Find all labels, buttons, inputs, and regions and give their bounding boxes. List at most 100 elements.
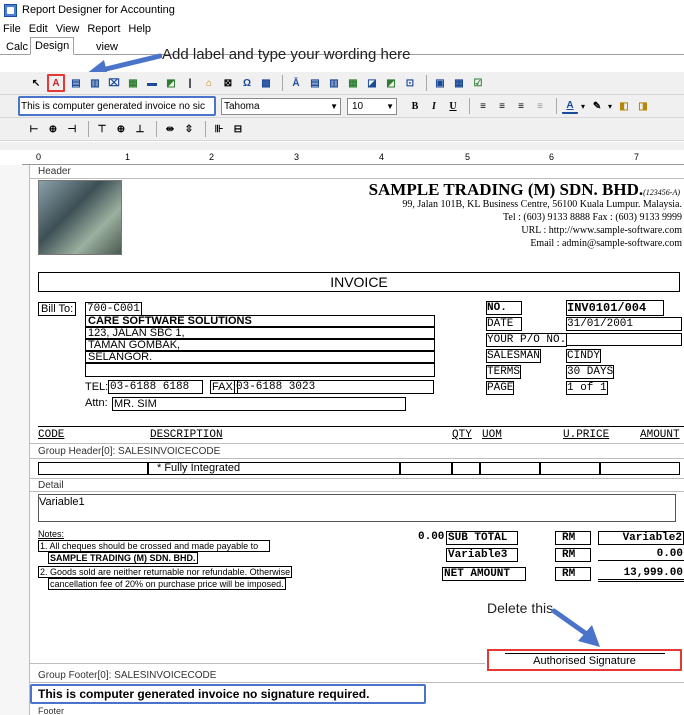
group-desc-field[interactable]: * Fully Integrated [148,462,400,475]
image-icon[interactable]: ▬ [144,75,160,91]
menu-file[interactable]: File [3,23,21,35]
font-color-icon[interactable]: A [562,98,578,114]
same-height-icon[interactable]: ⊟ [230,121,246,137]
align-centers-icon[interactable]: ⊕ [45,121,61,137]
col-uom[interactable]: UOM [482,429,502,441]
dbbarcode-icon[interactable]: ⊡ [402,75,418,91]
highlight-icon[interactable]: ✎ [589,98,605,114]
col-description[interactable]: DESCRIPTION [150,429,223,441]
bold-icon[interactable]: B [407,98,423,114]
group-amount-field[interactable] [600,462,680,475]
chevron-down-icon[interactable]: ▾ [581,102,585,111]
align-rights-icon[interactable]: ⊣ [64,121,80,137]
space-vert-icon[interactable]: ⇳ [181,121,197,137]
align-bottoms-icon[interactable]: ⊥ [132,121,148,137]
notes-title[interactable]: Notes: [38,529,64,539]
dbimage-icon[interactable]: ◪ [364,75,380,91]
rm-1[interactable]: RM [555,531,591,545]
variable3-label[interactable]: Variable3 [446,548,518,562]
no-label[interactable]: NO. [486,301,522,315]
checkbox-icon[interactable]: ☑ [470,75,486,91]
justify-icon[interactable]: ≡ [532,98,548,114]
dbchart-icon[interactable]: ◩ [383,75,399,91]
no-value[interactable]: INV0101/004 [566,300,664,316]
barcode-icon[interactable]: ⊠ [220,75,236,91]
note-2-line-a[interactable]: 2. Goods sold are neither returnable nor… [38,566,293,578]
dbtext-icon[interactable]: ▤ [68,75,84,91]
font-combo[interactable]: Tahoma ▼ [221,97,341,115]
bill-to-label[interactable]: Bill To: [38,302,77,316]
attn-value[interactable]: MR. SIM [112,397,406,411]
space-horiz-icon[interactable]: ⇹ [162,121,178,137]
font-size-combo[interactable]: 10 ▼ [347,97,397,115]
pointer-icon[interactable]: ↖ [28,75,44,91]
group-disc-field[interactable] [540,462,600,475]
text-value-combo[interactable]: This is computer generated invoice no si… [18,96,216,116]
tab-calc[interactable]: Calc [2,40,32,55]
align-left-icon[interactable]: ≡ [475,98,491,114]
variable-icon[interactable]: Ω [239,75,255,91]
date-value[interactable]: 31/01/2001 [566,317,682,331]
salesman-label[interactable]: SALESMAN [486,349,541,363]
variable3-value[interactable]: 0.00 [598,548,684,561]
menu-edit[interactable]: Edit [29,23,48,35]
group-uom-field[interactable] [452,462,480,475]
align-right-icon[interactable]: ≡ [513,98,529,114]
align-tops-icon[interactable]: ⊤ [94,121,110,137]
note-2-line-b[interactable]: cancellation fee of 20% on purchase pric… [48,578,286,590]
align-middles-icon[interactable]: ⊕ [113,121,129,137]
fax-value[interactable]: 03-6188 3023 [234,380,434,394]
col-price[interactable]: U.PRICE [563,429,609,441]
net-amount-label[interactable]: NET AMOUNT [442,567,526,581]
menu-report[interactable]: Report [87,23,120,35]
detail-variable-field[interactable]: Variable1 [38,494,676,522]
label-tool-icon[interactable]: A [47,74,65,92]
subtotal-qty[interactable]: 0.00 [418,531,444,543]
same-width-icon[interactable]: ⊪ [211,121,227,137]
terms-label[interactable]: TERMS [486,365,522,379]
subreport-icon[interactable]: ▩ [258,75,274,91]
menu-view[interactable]: View [56,23,80,35]
po-value[interactable] [566,333,682,346]
dbrich-icon[interactable]: ▥ [326,75,342,91]
calc-icon[interactable]: ▦ [125,75,141,91]
address-line-3[interactable]: SELANGOR. [85,351,435,363]
send-back-icon[interactable]: ◨ [635,98,651,114]
customer-field[interactable]: CARE SOFTWARE SOLUTIONS [85,315,435,327]
group-qty-field[interactable] [400,462,452,475]
address-line-1[interactable]: 123, JALAN SBC 1, [85,327,435,339]
account-code[interactable]: 700-C001 [85,302,142,316]
col-qty[interactable]: QTY [452,429,472,441]
group-price-field[interactable] [480,462,540,475]
crosstab-icon[interactable]: ▦ [451,75,467,91]
italic-icon[interactable]: I [426,98,442,114]
richtext-icon[interactable]: ⌧ [106,75,122,91]
terms-value[interactable]: 30 DAYS [566,365,615,379]
footer-label-highlight[interactable]: This is computer generated invoice no si… [30,684,426,704]
invoice-title-box[interactable]: INVOICE [38,272,680,292]
col-amount[interactable]: AMOUNT [640,429,680,441]
note-1-line-b[interactable]: SAMPLE TRADING (M) SDN. BHD. [48,552,198,564]
net-amount-value[interactable]: 13,999.00 [598,567,684,582]
dblabel-icon[interactable]: Ā [288,75,304,91]
region-icon[interactable]: ▣ [432,75,448,91]
subtotal-label[interactable]: SUB TOTAL [446,531,518,545]
tel-value[interactable]: 03-6188 6188 [108,380,203,394]
align-center-icon[interactable]: ≡ [494,98,510,114]
page-value[interactable]: 1 of 1 [566,381,608,395]
chart-icon[interactable]: ◩ [163,75,179,91]
address-line-4[interactable] [85,363,435,377]
address-line-2[interactable]: TAMAN GOMBAK, [85,339,435,351]
group-code-field[interactable] [38,462,148,475]
date-label[interactable]: DATE [486,317,522,331]
tab-design[interactable]: Design [30,37,75,55]
chevron-down-icon[interactable]: ▾ [608,102,612,111]
rm-2[interactable]: RM [555,548,591,562]
underline-icon[interactable]: U [445,98,461,114]
bring-front-icon[interactable]: ◧ [616,98,632,114]
line-icon[interactable]: | [182,75,198,91]
page-label[interactable]: PAGE [486,381,515,395]
variable2-value[interactable]: Variable2 [598,531,684,545]
memo-icon[interactable]: ▥ [87,75,103,91]
signature-highlight[interactable]: Authorised Signature [487,649,682,671]
